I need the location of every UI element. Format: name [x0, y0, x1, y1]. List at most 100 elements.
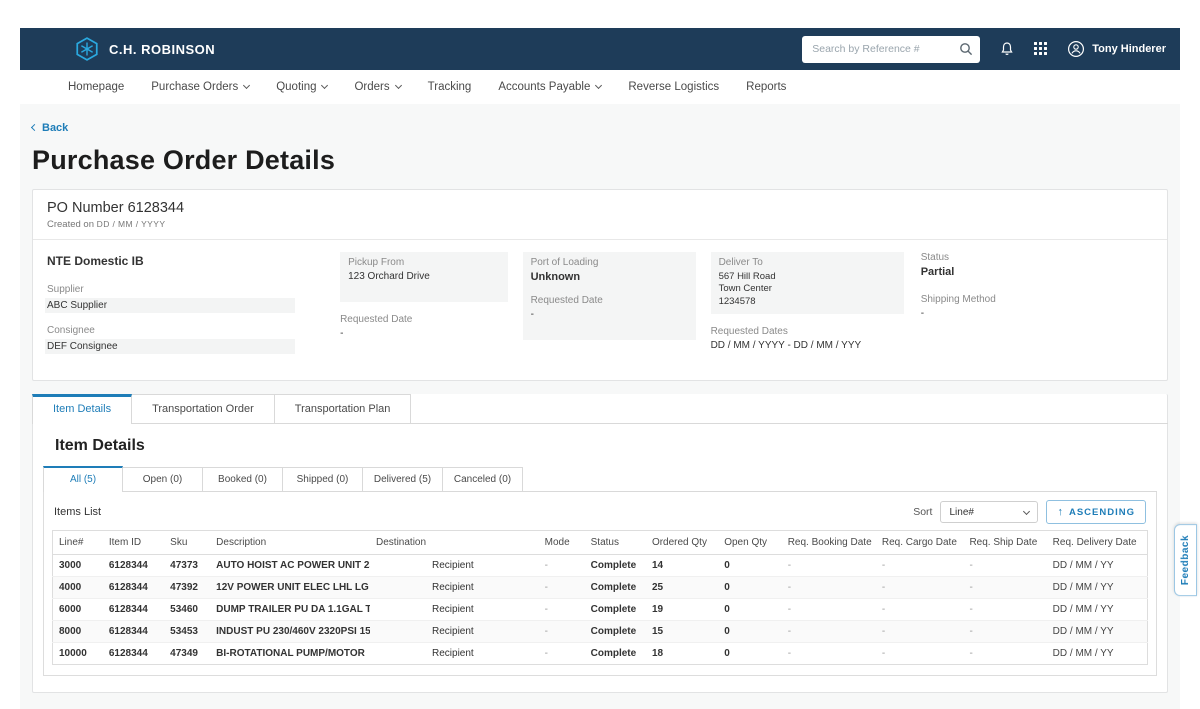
items-list-title: Items List [54, 506, 101, 518]
cell-sku: 47349 [164, 643, 210, 665]
nav-item-reverse-logistics[interactable]: Reverse Logistics [628, 81, 719, 93]
brand-name: C.H. ROBINSON [109, 42, 215, 57]
consignee-label: Consignee [47, 325, 340, 336]
cell-mode: - [539, 599, 585, 621]
cell-open-qty: 0 [718, 555, 782, 577]
nav-item-label: Reports [746, 81, 786, 93]
cell-status: Complete [585, 621, 646, 643]
back-icon [31, 124, 38, 131]
back-label: Back [42, 122, 68, 134]
table-row: 3000612834447373AUTO HOIST AC POWER UNIT… [53, 555, 1148, 577]
main-nav: Homepage Purchase Orders Quoting Orders Trac… [20, 70, 1180, 104]
nav-item-label: Tracking [428, 81, 472, 93]
items-list-header: Items List Sort Line# ↑ ASCENDING [44, 492, 1156, 530]
deliver-to-line-2: Town Center [719, 283, 896, 295]
cell-req-booking-date: - [782, 599, 876, 621]
tab-item-details[interactable]: Item Details [32, 394, 132, 424]
cell-sku: 53460 [164, 599, 210, 621]
column-header-req-delivery-date: Req. Delivery Date [1047, 531, 1148, 555]
nav-item-purchase-orders[interactable]: Purchase Orders [151, 81, 249, 93]
consignee-value: DEF Consignee [45, 339, 295, 354]
divider [33, 239, 1167, 240]
user-menu[interactable]: Tony Hinderer [1067, 40, 1166, 58]
cell-description: BI-ROTATIONAL PUMP/MOTOR [210, 643, 370, 665]
deliver-to-column: Deliver To 567 Hill Road Town Center 123… [711, 252, 921, 366]
app-frame: C.H. ROBINSON [0, 0, 1200, 709]
search-icon[interactable] [959, 42, 973, 56]
nav-item-orders[interactable]: Orders [354, 81, 400, 93]
table-header-row: Line#Item IDSkuDescriptionDestinationMod… [53, 531, 1148, 555]
sort-controls: Sort Line# ↑ ASCENDING [913, 500, 1146, 524]
cell-mode: - [539, 643, 585, 665]
cell-req-booking-date: - [782, 555, 876, 577]
cell-req-cargo-date: - [876, 599, 964, 621]
user-avatar-icon [1067, 40, 1085, 58]
cell-req-booking-date: - [782, 621, 876, 643]
page-title: Purchase Order Details [32, 145, 1168, 176]
shipping-method-label: Shipping Method [921, 294, 1153, 305]
nav-item-label: Reverse Logistics [628, 81, 719, 93]
nav-item-label: Quoting [276, 81, 316, 93]
subtab-delivered-5[interactable]: Delivered (5) [363, 467, 443, 491]
sort-label: Sort [913, 506, 932, 518]
created-on-value: DD / MM / YYYY [97, 219, 166, 229]
table-row: 6000612834453460DUMP TRAILER PU DA 1.1GA… [53, 599, 1148, 621]
ascending-icon: ↑ [1057, 506, 1064, 518]
cell-open-qty: 0 [718, 621, 782, 643]
search-box [802, 36, 980, 63]
topbar-actions: Tony Hinderer [802, 36, 1166, 63]
subtab-all-5[interactable]: All (5) [43, 466, 123, 492]
subtab-shipped-0[interactable]: Shipped (0) [283, 467, 363, 491]
po-parties-column: NTE Domestic IB Supplier ABC Supplier Co… [47, 252, 340, 366]
cell-item-id: 6128344 [103, 621, 164, 643]
cell-ordered-qty: 14 [646, 555, 718, 577]
cell-description: AUTO HOIST AC POWER UNIT 230V [210, 555, 370, 577]
column-header-req-cargo-date: Req. Cargo Date [876, 531, 964, 555]
column-header-mode: Mode [539, 531, 585, 555]
table-row: 400061283444739212V POWER UNIT ELEC LHL … [53, 577, 1148, 599]
cell-line: 6000 [53, 599, 103, 621]
pickup-requested-date-label: Requested Date [340, 314, 522, 325]
supplier-label: Supplier [47, 284, 340, 295]
back-link[interactable]: Back [32, 122, 68, 134]
notifications-icon[interactable] [999, 41, 1015, 57]
subtab-booked-0[interactable]: Booked (0) [203, 467, 283, 491]
nav-item-reports[interactable]: Reports [746, 81, 786, 93]
nav-item-homepage[interactable]: Homepage [68, 81, 124, 93]
cell-req-delivery-date: DD / MM / YY [1047, 643, 1148, 665]
sort-select[interactable]: Line# [940, 501, 1038, 523]
chevron-down-icon [395, 82, 402, 89]
cell-destination: Recipient [370, 555, 539, 577]
ascending-button[interactable]: ↑ ASCENDING [1046, 500, 1146, 524]
status-label: Status [921, 252, 1153, 263]
tab-transportation-order[interactable]: Transportation Order [132, 394, 275, 423]
status-value: Partial [921, 266, 1153, 278]
subtab-open-0[interactable]: Open (0) [123, 467, 203, 491]
tab-transportation-plan[interactable]: Transportation Plan [275, 394, 412, 423]
nav-item-tracking[interactable]: Tracking [428, 81, 472, 93]
nav-item-quoting[interactable]: Quoting [276, 81, 327, 93]
cell-req-cargo-date: - [876, 621, 964, 643]
cell-status: Complete [585, 643, 646, 665]
cell-ordered-qty: 15 [646, 621, 718, 643]
cell-item-id: 6128344 [103, 577, 164, 599]
cell-status: Complete [585, 599, 646, 621]
po-created: Created on DD / MM / YYYY [47, 219, 1153, 230]
column-header-sku: Sku [164, 531, 210, 555]
subtab-canceled-0[interactable]: Canceled (0) [443, 467, 523, 491]
chevron-down-icon [1023, 507, 1030, 514]
nav-item-label: Accounts Payable [498, 81, 590, 93]
nav-item-accounts-payable[interactable]: Accounts Payable [498, 81, 601, 93]
cell-description: 12V POWER UNIT ELEC LHL LG RES [210, 577, 370, 599]
feedback-tab[interactable]: Feedback [1174, 524, 1197, 596]
cell-destination: Recipient [370, 643, 539, 665]
apps-grid-icon[interactable] [1034, 42, 1048, 56]
cell-req-ship-date: - [963, 599, 1046, 621]
search-input[interactable] [802, 36, 980, 63]
items-panel: Items List Sort Line# ↑ ASCENDING [43, 492, 1157, 676]
cell-ordered-qty: 25 [646, 577, 718, 599]
created-on-label: Created on [47, 219, 94, 230]
cell-mode: - [539, 555, 585, 577]
details-card: Item DetailsTransportation OrderTranspor… [32, 394, 1168, 693]
po-card-header: PO Number 6128344 Created on DD / MM / Y… [47, 200, 1153, 230]
